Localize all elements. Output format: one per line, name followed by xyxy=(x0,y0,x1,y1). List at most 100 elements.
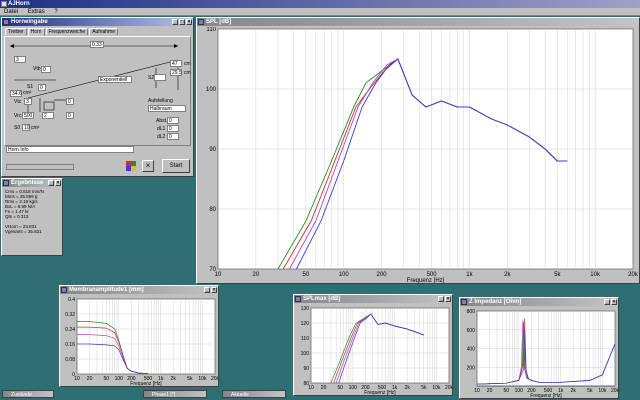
splmax-window-titlebar[interactable]: SPLmax [dB] _ × xyxy=(294,295,452,303)
minimize-button[interactable]: _ xyxy=(604,299,610,305)
close-button[interactable]: × xyxy=(445,296,451,302)
menu-help[interactable]: ? xyxy=(50,9,61,15)
start-button[interactable]: Start xyxy=(162,159,190,173)
close-button[interactable]: × xyxy=(211,287,217,293)
menu-datei[interactable]: Datei xyxy=(0,9,22,15)
color-palette-icon[interactable] xyxy=(126,161,136,171)
horn-name-field[interactable]: Horn Info xyxy=(6,146,134,153)
maximize-button[interactable]: □ xyxy=(179,19,185,25)
results-window-title: Ergebnisse xyxy=(11,180,44,186)
mouth-height-field[interactable]: 29.5 xyxy=(170,69,182,76)
x-tick-label: 100 xyxy=(349,385,358,391)
x-tick-label: 20 xyxy=(87,376,93,382)
y-tick-label: 100 xyxy=(301,351,310,357)
mouth-width-field[interactable]: 47 xyxy=(170,60,182,67)
r2-field[interactable]: 0 xyxy=(66,98,74,105)
spl-window-titlebar[interactable]: SPL [dB] xyxy=(197,18,639,26)
splmax-chart: 130120110100908010 20 50 100 200 500 1k 2k 5k 10k… xyxy=(295,304,452,395)
vrc-field[interactable]: 500 xyxy=(22,112,34,119)
result-line: Vgesamt = 35.831 xyxy=(5,229,42,234)
results-list: Cms = 0.618 mm/N Mms = 25.599 g Rms = 2.… xyxy=(2,188,62,254)
minimize-button[interactable]: _ xyxy=(204,287,210,293)
x-tick-label: 2k xyxy=(405,385,411,391)
minimized-window-zustaende[interactable]: Zustände xyxy=(2,390,54,398)
minimize-button[interactable]: _ xyxy=(48,180,54,186)
y-tick-label: 110 xyxy=(301,336,309,342)
minimized-window-aktuelle[interactable]: Aktuelle xyxy=(222,390,286,398)
y-tick-label: 120 xyxy=(301,321,310,327)
y-tick-label: 0.32 xyxy=(65,312,75,318)
vtb-field[interactable]: 0 xyxy=(41,66,51,73)
impedance-window-title: Z Impedanz [Ohm] xyxy=(469,299,522,305)
plot-area xyxy=(310,307,450,384)
horn-tabs: Treiber Horn Frequenzweiche Aufnahme xyxy=(5,28,118,36)
tab-aufnahme[interactable]: Aufnahme xyxy=(89,28,118,35)
minimize-button[interactable]: _ xyxy=(172,19,178,25)
tab-frequenzweiche[interactable]: Frequenzweiche xyxy=(45,28,89,35)
abst-field[interactable]: 0 xyxy=(167,117,179,124)
membrane-window-titlebar[interactable]: Membranamplitude1 [mm] _ × xyxy=(60,286,218,294)
horn-window-titlebar[interactable]: Horneingabe _ □ × xyxy=(2,18,193,26)
dl2-field[interactable]: 0 xyxy=(167,133,179,140)
results-window-titlebar[interactable]: Ergebnisse _ × xyxy=(2,179,62,187)
y-tick-label: 400 xyxy=(467,347,476,353)
spl-chart: 11010090807010 20 50 100 200 500 1k 2k 5k 10k 20kF… xyxy=(198,27,639,283)
top-dimension-field[interactable]: 0.33 xyxy=(90,41,104,48)
tab-treiber[interactable]: Treiber xyxy=(5,28,27,35)
result-line: Qts = 0.313 xyxy=(5,214,29,219)
y-tick-label: 90 xyxy=(303,366,309,372)
aufstellung-select[interactable]: Halbraum xyxy=(148,105,186,112)
horn-length-field[interactable]: 3 xyxy=(14,56,26,63)
x-tick-label: 50 xyxy=(337,385,343,391)
profile-select[interactable]: Exponentiell xyxy=(98,76,132,83)
mouth-height-unit: cm xyxy=(184,70,191,76)
impedance-window-titlebar[interactable]: Z Impedanz [Ohm] _ × xyxy=(460,298,618,306)
x-tick-label: 10k xyxy=(198,376,207,382)
spl-window-title: SPL [dB] xyxy=(206,19,232,25)
aufstellung-label: Aufstellung xyxy=(148,98,173,104)
dl1-field[interactable]: 0 xyxy=(167,125,179,132)
close-button[interactable]: × xyxy=(186,19,192,25)
vtc-field[interactable]: 3 xyxy=(24,98,32,105)
vtc-label: Vtc xyxy=(14,99,22,105)
menu-extras[interactable]: Extras xyxy=(24,9,49,15)
minimize-button[interactable]: _ xyxy=(438,296,444,302)
x-axis-label: Frequenz [Hz] xyxy=(407,278,445,283)
x-tick-label: 10k xyxy=(432,385,441,391)
s0-unit: cm² xyxy=(31,125,40,131)
s2-field[interactable] xyxy=(154,74,166,81)
plot-area xyxy=(76,298,216,375)
y-tick-label: 0.4 xyxy=(68,297,75,303)
window-icon xyxy=(3,19,9,25)
results-window: Ergebnisse _ × Cms = 0.618 mm/N Mms = 25.… xyxy=(1,178,63,256)
y-tick-label: 600 xyxy=(467,328,476,334)
r1-field[interactable]: 0 xyxy=(38,84,46,91)
dl1-label: dL1 xyxy=(157,126,166,132)
horn-window: Horneingabe _ □ × Treiber Horn Frequenzwei… xyxy=(1,17,194,177)
minimized-window-phase[interactable]: Phase1 [°] xyxy=(143,390,207,398)
window-icon xyxy=(198,19,204,25)
s1-field[interactable]: 34.6 xyxy=(10,90,22,97)
l1-field[interactable]: 2 xyxy=(42,112,54,119)
x-tick-label: 1k xyxy=(466,272,473,278)
x-tick-label: 5k xyxy=(554,272,561,278)
window-icon xyxy=(3,180,9,186)
close-button[interactable]: × xyxy=(55,180,61,186)
clear-button[interactable]: × xyxy=(142,160,154,172)
x-tick-label: 200 xyxy=(377,272,388,278)
membrane-window-title: Membranamplitude1 [mm] xyxy=(69,287,144,293)
x-tick-label: 100 xyxy=(115,376,124,382)
x-axis-label: Frequenz [Hz] xyxy=(364,390,396,395)
x-tick-label: 20 xyxy=(253,272,260,278)
y-tick-label: 110 xyxy=(206,27,216,33)
y-tick-label: 130 xyxy=(301,306,310,312)
app-title: AJHorn xyxy=(8,1,30,7)
close-button[interactable]: × xyxy=(611,299,617,305)
membrane-window: Membranamplitude1 [mm] _ × 0.4 0.32 0.24 0.1… xyxy=(59,285,219,387)
x-tick-label: 50 xyxy=(503,388,509,394)
tab-horn[interactable]: Horn xyxy=(27,28,45,36)
l2-field[interactable]: 0 xyxy=(66,112,74,119)
x-tick-label: 10k xyxy=(598,388,607,394)
x-axis-label: Frequenz [Hz] xyxy=(130,381,162,386)
s0-field[interactable]: 10 xyxy=(22,124,30,131)
